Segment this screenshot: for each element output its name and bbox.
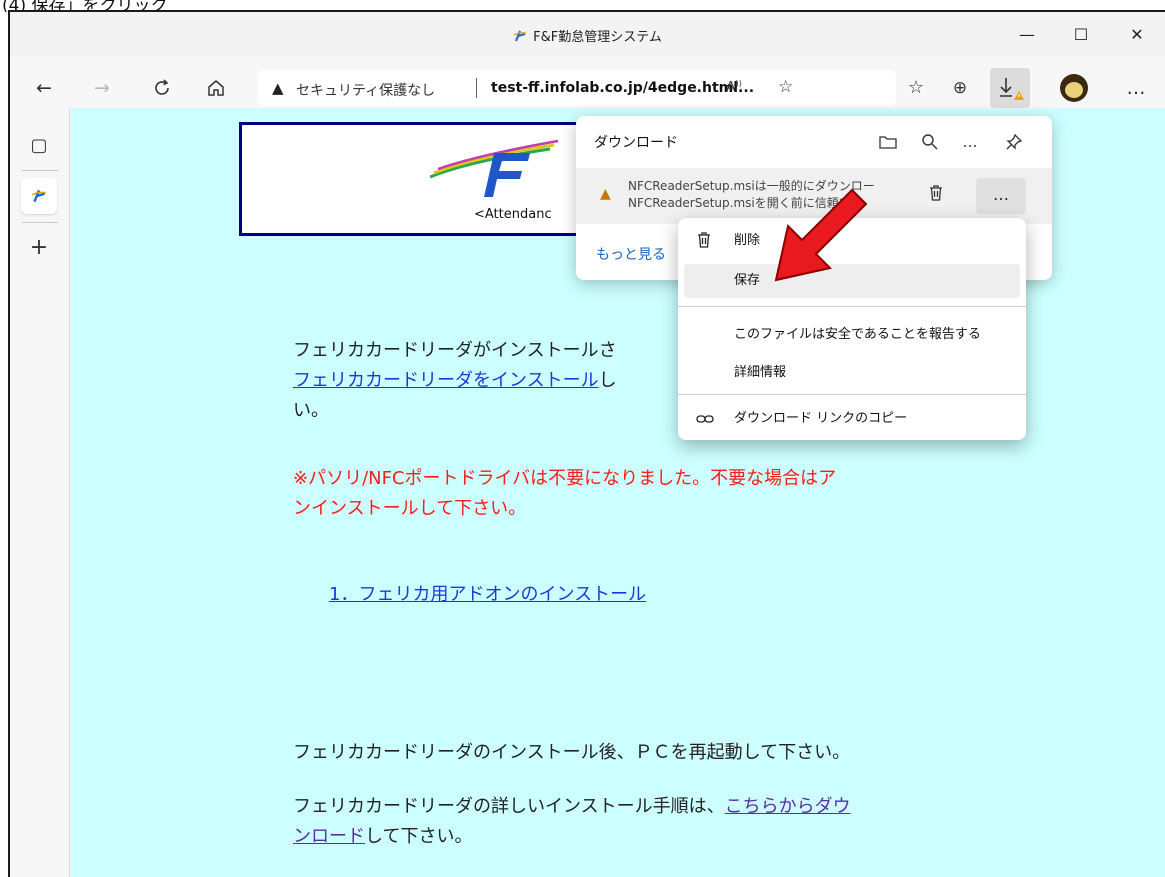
home-icon <box>208 80 224 96</box>
window-title: F&F勤怠管理システム <box>10 26 1165 47</box>
pin-icon[interactable] <box>1000 128 1028 156</box>
manual-download-link[interactable]: こちらからダウ <box>725 796 851 817</box>
new-tab-button[interactable]: + <box>21 230 57 266</box>
install-text-line1: フェリカカードリーダがインストールさ <box>293 340 617 361</box>
manual-line2: ンロードして下さい。 <box>293 822 851 852</box>
profile-avatar[interactable] <box>1060 74 1088 102</box>
manual-line1: フェリカカードリーダの詳しいインストール手順は、こちらからダウ <box>293 792 851 822</box>
title-bar: F&F勤怠管理システム — ☐ ✕ <box>10 12 1165 56</box>
address-separator <box>476 78 477 98</box>
close-button[interactable]: ✕ <box>1114 20 1160 50</box>
menu-label-details: 詳細情報 <box>734 365 787 380</box>
app-logo-icon <box>513 29 527 47</box>
browser-toolbar: ← → ▲ セキュリティ保護なし test-ff.infolab.co.jp/4… <box>10 68 1165 108</box>
notice-line2: ンインストールして下さい。 <box>293 498 527 519</box>
downloads-title: ダウンロード <box>594 135 678 151</box>
menu-item-details[interactable]: 詳細情報 <box>684 356 1020 390</box>
vertical-tabs-sidebar: ▢ + <box>10 108 70 877</box>
manual-paragraph: フェリカカードリーダの詳しいインストール手順は、こちらからダウ ンロードして下さ… <box>293 792 851 852</box>
ff-logo-icon <box>430 139 559 197</box>
manual-text: フェリカカードリーダの詳しいインストール手順は、 <box>293 796 725 817</box>
restart-text: フェリカカードリーダのインストール後、ＰＣを再起動して下さい。 <box>293 742 851 763</box>
back-button[interactable]: ← <box>28 72 60 104</box>
home-button[interactable] <box>200 72 232 104</box>
install-text-line2: フェリカカードリーダをインストールし <box>293 366 617 396</box>
address-bar[interactable]: ▲ セキュリティ保護なし test-ff.infolab.co.jp/4edge… <box>258 70 896 106</box>
settings-more-button[interactable]: … <box>1120 72 1152 104</box>
download-warning-icon <box>1000 78 1024 100</box>
refresh-button[interactable] <box>146 72 178 104</box>
insecure-label: セキュリティ保護なし <box>296 83 436 99</box>
trash-icon <box>696 224 712 258</box>
browser-window: F&F勤怠管理システム — ☐ ✕ ← → ▲ セキュリティ保護なし test-… <box>8 10 1165 877</box>
delete-download-button[interactable] <box>928 184 944 206</box>
warning-triangle-icon: ▲ <box>272 79 284 97</box>
more-options-icon[interactable]: … <box>956 128 984 156</box>
open-folder-icon[interactable] <box>874 128 902 156</box>
see-more-link[interactable]: もっと見る <box>596 244 666 264</box>
manual-text-tail: して下さい。 <box>365 826 473 847</box>
avatar-face <box>1065 82 1083 98</box>
menu-item-copy-link[interactable]: ダウンロード リンクのコピー <box>684 402 1020 436</box>
menu-label-copy-link: ダウンロード リンクのコピー <box>734 411 908 426</box>
tab-actions-icon[interactable]: ▢ <box>21 128 57 164</box>
install-reader-link[interactable]: フェリカカードリーダをインストール <box>293 370 599 391</box>
trash-icon <box>930 185 942 201</box>
menu-separator <box>678 306 1026 307</box>
sidebar-divider <box>22 170 58 171</box>
window-title-text: F&F勤怠管理システム <box>533 30 662 45</box>
add-favorite-button[interactable]: ☆ <box>778 77 793 97</box>
collections-button[interactable]: ⊕ <box>944 72 976 104</box>
read-aloud-button[interactable]: A)) <box>726 79 742 96</box>
menu-item-report-safe[interactable]: このファイルは安全であることを報告する <box>684 318 1020 352</box>
menu-label-report-safe: このファイルは安全であることを報告する <box>734 327 981 342</box>
download-more-actions-button[interactable]: … <box>976 178 1026 214</box>
favorites-button[interactable]: ☆ <box>900 72 932 104</box>
tab-ff-attendance[interactable] <box>21 178 57 214</box>
url-text[interactable]: test-ff.infolab.co.jp/4edge.html... <box>491 80 754 96</box>
download-warning-icon-small: ▲ <box>600 186 611 202</box>
notice-paragraph: ※パソリ/NFCポートドライバは不要になりました。不要な場合はア ンインストール… <box>293 464 836 524</box>
sidebar-divider-2 <box>22 222 58 223</box>
install-text-line3: い。 <box>293 400 329 421</box>
refresh-icon <box>155 79 169 95</box>
site-favicon-icon <box>31 189 46 203</box>
forward-button[interactable]: → <box>86 72 118 104</box>
manual-download-link-cont[interactable]: ンロード <box>293 826 365 847</box>
addon-install-link-row: 1．フェリカ用アドオンのインストール <box>329 580 646 610</box>
notice-line1: ※パソリ/NFCポートドライバは不要になりました。不要な場合はア <box>293 468 837 489</box>
callout-arrow-icon <box>774 188 868 282</box>
install-instruction-paragraph: フェリカカードリーダがインストールさ フェリカカードリーダをインストールし い。 <box>293 336 617 426</box>
menu-separator-2 <box>678 394 1026 395</box>
downloads-button[interactable] <box>990 68 1030 108</box>
logo-caption: <Attendanc <box>474 207 552 222</box>
install-text-tail: し <box>598 370 617 391</box>
restart-paragraph: フェリカカードリーダのインストール後、ＰＣを再起動して下さい。 <box>293 738 850 768</box>
maximize-button[interactable]: ☐ <box>1058 20 1104 50</box>
addon-install-link[interactable]: 1．フェリカ用アドオンのインストール <box>329 584 646 605</box>
search-icon[interactable] <box>916 128 944 156</box>
link-icon <box>696 402 714 436</box>
minimize-button[interactable]: — <box>1004 20 1050 50</box>
